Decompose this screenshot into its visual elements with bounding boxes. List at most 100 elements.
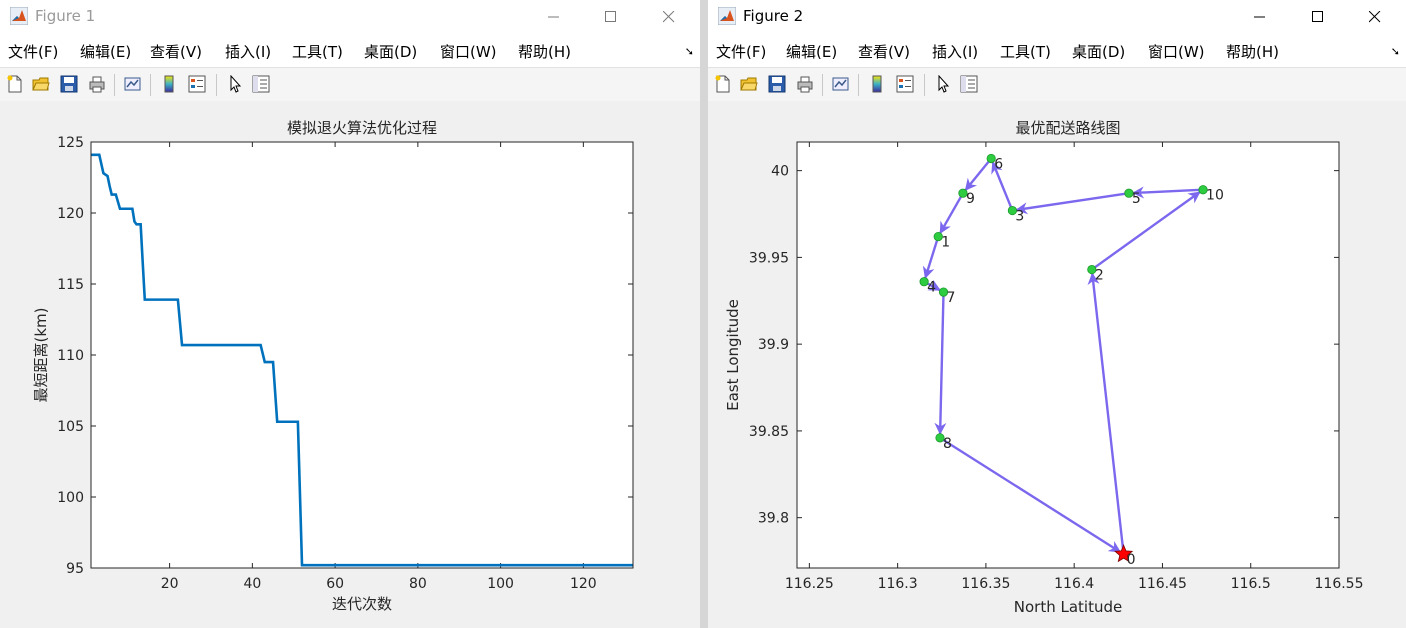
menu-file[interactable]: 文件(F)	[8, 41, 58, 62]
menubar-dock-arrow-icon[interactable]: ➘	[1391, 45, 1400, 58]
menu-edit[interactable]: 编辑(E)	[80, 41, 131, 62]
menubar: 文件(F) 编辑(E) 查看(V) 插入(I) 工具(T) 桌面(D) 窗口(W…	[708, 33, 1406, 68]
print-icon[interactable]	[88, 75, 106, 93]
figure1-titlebar[interactable]: Figure 1	[0, 0, 700, 33]
minimize-icon	[1254, 16, 1265, 17]
x-tick-label: 60	[326, 576, 344, 592]
legend-icon[interactable]	[188, 75, 206, 93]
close-icon	[663, 10, 675, 22]
matlab-logo-icon	[10, 7, 28, 25]
y-tick-label: 125	[57, 135, 84, 151]
x-tick-label: 40	[243, 576, 261, 592]
menu-tools[interactable]: 工具(T)	[292, 41, 343, 62]
window-title: Figure 2	[743, 7, 804, 25]
close-button[interactable]	[646, 0, 692, 33]
figure1-window: Figure 1 文件(F) 编辑(E) 查看(V) 插入(I) 工具(T) 桌…	[0, 0, 700, 628]
toolbar	[708, 68, 1406, 102]
menu-desktop[interactable]: 桌面(D)	[364, 41, 417, 62]
open-file-icon[interactable]	[740, 75, 758, 93]
window-title: Figure 1	[35, 7, 96, 25]
maximize-icon	[605, 10, 616, 22]
menubar: 文件(F) 编辑(E) 查看(V) 插入(I) 工具(T) 桌面(D) 窗口(W…	[0, 33, 700, 68]
menu-edit[interactable]: 编辑(E)	[786, 41, 837, 62]
menu-tools[interactable]: 工具(T)	[1000, 41, 1051, 62]
figure1-canvas: 20 40 60 80 100 120 95 100 105 110 115 120 125 模拟退火算法…	[0, 101, 700, 628]
y-axis-label: 最短距离(km)	[32, 307, 50, 402]
y-tick-label: 120	[57, 206, 84, 222]
plot-area	[797, 142, 1339, 568]
y-tick-label: 40	[771, 164, 789, 180]
property-editor-icon[interactable]	[252, 75, 270, 93]
maximize-icon	[1312, 10, 1323, 22]
x-tick-label: 116.5	[1231, 576, 1271, 592]
menu-help[interactable]: 帮助(H)	[1226, 41, 1279, 62]
y-tick-label: 95	[66, 561, 84, 577]
x-tick-label: 116.45	[1138, 576, 1187, 592]
chart-title: 模拟退火算法优化过程	[287, 119, 437, 137]
pointer-icon[interactable]	[934, 75, 952, 93]
y-tick-label: 39.9	[758, 337, 789, 353]
figure2-canvas: 116.25 116.3 116.35 116.4 116.45 116.5 116.55 3…	[708, 101, 1406, 628]
menu-file[interactable]: 文件(F)	[716, 41, 766, 62]
colorbar-icon[interactable]	[160, 75, 178, 93]
new-figure-icon[interactable]	[6, 75, 24, 93]
link-plot-icon[interactable]	[832, 75, 850, 93]
point-label: 4	[927, 280, 936, 296]
figure2-titlebar[interactable]: Figure 2	[708, 0, 1406, 33]
menu-view[interactable]: 查看(V)	[858, 41, 910, 62]
colorbar-icon[interactable]	[868, 75, 886, 93]
y-tick-label: 100	[57, 490, 84, 506]
point-label: 7	[947, 290, 956, 306]
menu-insert[interactable]: 插入(I)	[225, 41, 271, 62]
point-label: 2	[1095, 268, 1104, 284]
y-tick-label: 115	[57, 277, 84, 293]
x-tick-label: 20	[161, 576, 179, 592]
point-label: 9	[966, 191, 975, 207]
pointer-icon[interactable]	[226, 75, 244, 93]
close-button[interactable]	[1352, 0, 1398, 33]
chart-title: 最优配送路线图	[1015, 119, 1120, 137]
y-tick-label: 110	[57, 348, 84, 364]
x-tick-label: 116.4	[1054, 576, 1094, 592]
point-label: 5	[1132, 191, 1141, 207]
matlab-logo-icon	[718, 7, 736, 25]
toolbar	[0, 68, 700, 102]
menubar-dock-arrow-icon[interactable]: ➘	[685, 45, 694, 58]
menu-help[interactable]: 帮助(H)	[518, 41, 571, 62]
menu-desktop[interactable]: 桌面(D)	[1072, 41, 1125, 62]
point-label: 1	[941, 235, 950, 251]
point-label: 0	[1127, 552, 1136, 568]
menu-insert[interactable]: 插入(I)	[932, 41, 978, 62]
x-axis-label: 迭代次数	[332, 595, 392, 613]
x-tick-label: 116.25	[785, 576, 834, 592]
save-icon[interactable]	[60, 75, 78, 93]
y-tick-label: 105	[57, 419, 84, 435]
minimize-button[interactable]	[1237, 0, 1283, 33]
y-axis-label: East Longitude	[724, 299, 742, 411]
property-editor-icon[interactable]	[960, 75, 978, 93]
legend-icon[interactable]	[896, 75, 914, 93]
convergence-chart: 20 40 60 80 100 120 95 100 105 110 115 120 125 模拟退火算法…	[32, 119, 634, 613]
print-icon[interactable]	[796, 75, 814, 93]
save-icon[interactable]	[768, 75, 786, 93]
x-tick-label: 100	[487, 576, 514, 592]
minimize-button[interactable]	[531, 0, 577, 33]
link-plot-icon[interactable]	[124, 75, 142, 93]
minimize-icon	[548, 16, 559, 17]
maximize-button[interactable]	[588, 0, 634, 33]
x-tick-label: 116.55	[1315, 576, 1364, 592]
menu-view[interactable]: 查看(V)	[150, 41, 202, 62]
x-tick-label: 120	[570, 576, 597, 592]
route-map-chart: 116.25 116.3 116.35 116.4 116.45 116.5 116.55 3…	[724, 119, 1364, 616]
new-figure-icon[interactable]	[714, 75, 732, 93]
point-label: 8	[943, 436, 952, 452]
menu-window[interactable]: 窗口(W)	[440, 41, 497, 62]
close-icon	[1369, 10, 1381, 22]
point-label: 3	[1015, 209, 1024, 225]
menu-window[interactable]: 窗口(W)	[1148, 41, 1205, 62]
maximize-button[interactable]	[1295, 0, 1341, 33]
y-tick-label: 39.8	[758, 511, 789, 527]
x-axis-label: North Latitude	[1014, 598, 1122, 616]
open-file-icon[interactable]	[32, 75, 50, 93]
y-tick-label: 39.95	[749, 250, 789, 266]
